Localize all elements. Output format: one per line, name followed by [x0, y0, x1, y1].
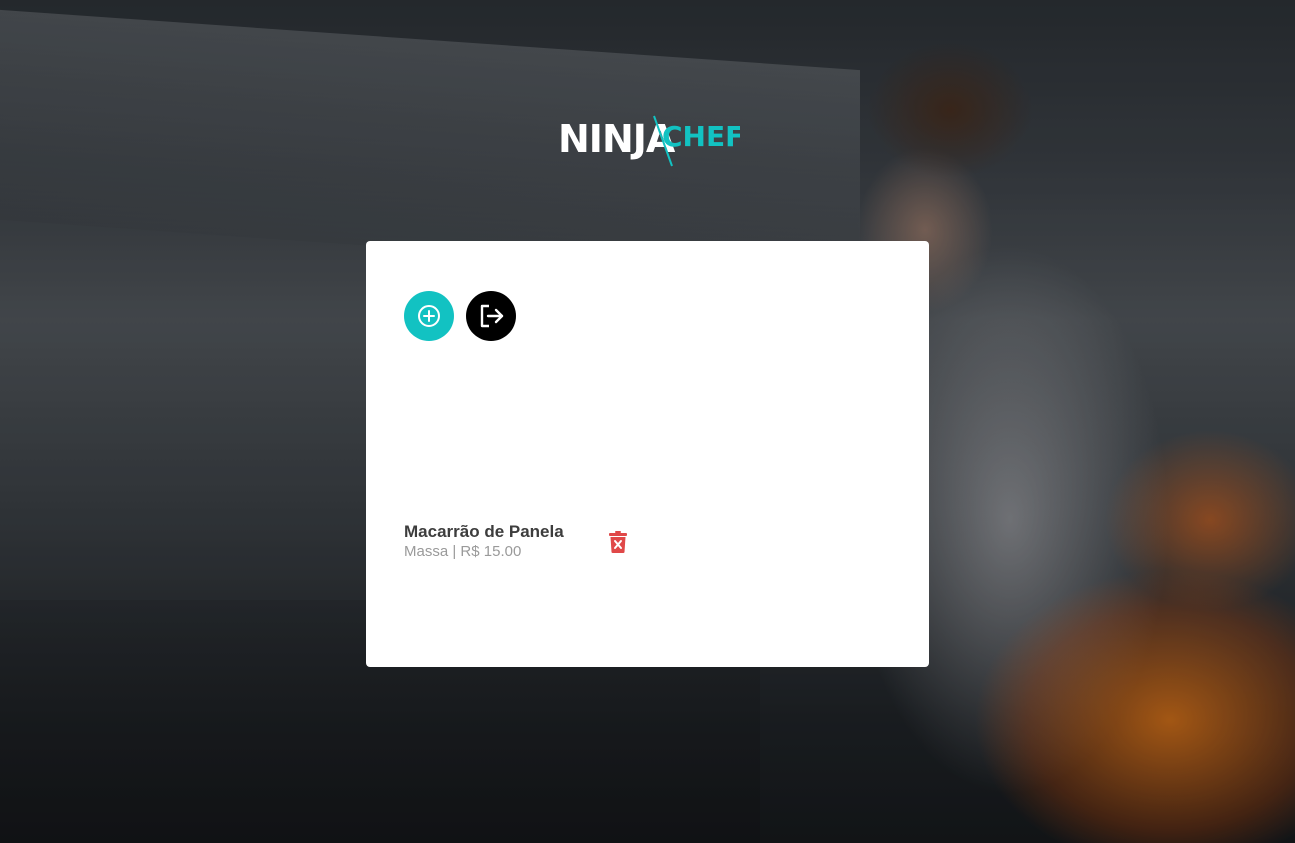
background-photo: NINJA CHEF Macarrão de Panela Massa | R$… [0, 0, 1295, 843]
trash-icon [609, 531, 627, 553]
menu-item-list: Macarrão de Panela Massa | R$ 15.00 [404, 522, 664, 562]
plus-circle-icon [418, 305, 440, 327]
list-item-text: Macarrão de Panela Massa | R$ 15.00 [404, 522, 564, 562]
logo-text-ninja: NINJA [558, 117, 676, 161]
menu-card: Macarrão de Panela Massa | R$ 15.00 [366, 241, 929, 667]
add-item-button[interactable] [404, 291, 454, 341]
logo-text-chef: CHEF [662, 120, 740, 153]
ninjachef-logo: NINJA CHEF [558, 115, 740, 167]
list-item: Macarrão de Panela Massa | R$ 15.00 [404, 522, 629, 562]
delete-item-button[interactable] [607, 529, 629, 555]
action-toolbar [404, 291, 891, 341]
item-category-price: Massa | R$ 15.00 [404, 543, 522, 560]
logout-button[interactable] [466, 291, 516, 341]
logout-icon [480, 304, 504, 328]
item-name: Macarrão de Panela [404, 522, 564, 541]
